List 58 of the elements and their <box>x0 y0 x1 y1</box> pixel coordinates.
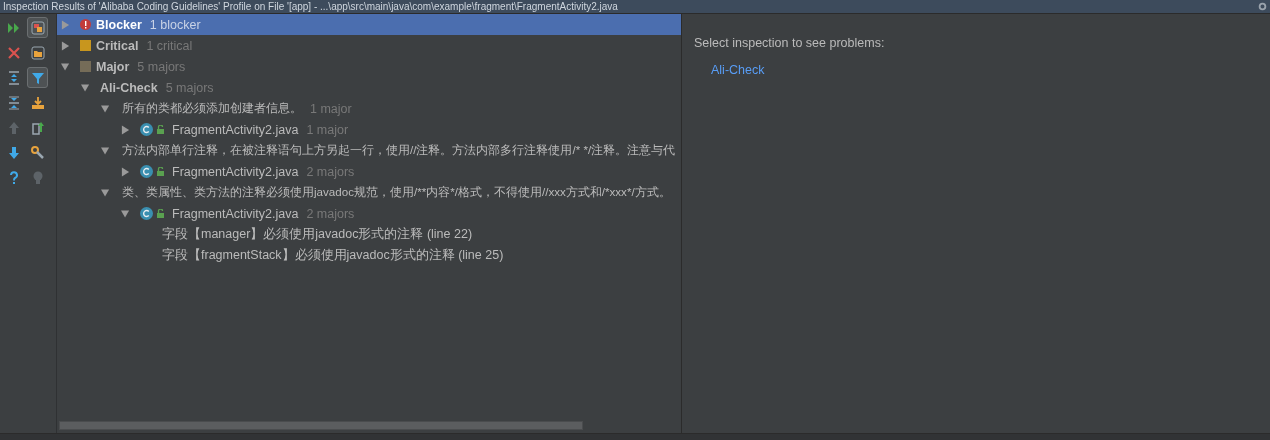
tree-row[interactable]: 字段【manager】必须使用javadoc形式的注释 (line 22) <box>57 224 681 245</box>
expand-arrow-icon[interactable] <box>121 166 130 177</box>
tree-label: FragmentActivity2.java <box>172 206 299 221</box>
hint-text: Select inspection to see problems: <box>694 36 886 50</box>
lock-icon <box>157 125 166 134</box>
tree-label: FragmentActivity2.java <box>172 122 299 137</box>
tree-row[interactable]: 类、类属性、类方法的注释必须使用javadoc规范，使用/**内容*/格式，不得使用//xxx方式和/*xxx*/方式。 <box>57 182 681 203</box>
class-icon <box>140 123 153 136</box>
close-icon <box>5 44 22 61</box>
export-icon <box>29 94 46 111</box>
lock-icon <box>157 209 166 218</box>
scrollbar-thumb[interactable] <box>59 421 583 430</box>
expand-arrow-icon[interactable] <box>121 124 130 135</box>
link[interactable]: Ali-Check <box>711 63 765 77</box>
tree-row[interactable]: Major 5 majors <box>57 56 681 77</box>
class-icon <box>140 165 153 178</box>
tree-label: Critical <box>96 38 139 53</box>
tree-row[interactable]: FragmentActivity2.java 1 major <box>57 119 681 140</box>
group-by-severity-button[interactable] <box>27 17 48 38</box>
class-icon <box>140 207 153 220</box>
expand-arrow-icon[interactable] <box>61 40 70 51</box>
group-by-severity-icon <box>29 19 46 36</box>
tree-label: 字段【fragmentStack】必须使用javadoc形式的注释 (line 25) <box>162 247 504 264</box>
tree-label: 字段【manager】必须使用javadoc形式的注释 (line 22) <box>162 226 473 243</box>
tree-row[interactable]: FragmentActivity2.java 2 majors <box>57 161 681 182</box>
tree-label: FragmentActivity2.java <box>172 164 299 179</box>
settings-icon[interactable] <box>1258 2 1267 11</box>
count-label: 1 critical <box>146 38 193 53</box>
tree-row[interactable]: Critical 1 critical <box>57 35 681 56</box>
tree-row[interactable]: 方法内部单行注释，在被注释语句上方另起一行，使用//注释。方法内部多行注释使用/* */注释。注意与代 <box>57 140 681 161</box>
count-label: 5 majors <box>165 80 214 95</box>
tree-row[interactable]: 字段【fragmentStack】必须使用javadoc形式的注释 (line 25) <box>57 245 681 266</box>
count-label: 1 blocker <box>149 17 201 32</box>
tree-label: Blocker <box>96 17 142 32</box>
tree-row[interactable]: FragmentActivity2.java 2 majors <box>57 203 681 224</box>
collapse-arrow-icon[interactable] <box>61 61 70 72</box>
count-label: 5 majors <box>137 59 186 74</box>
tree-row[interactable]: Blocker 1 blocker <box>57 14 681 35</box>
tree-row[interactable]: Ali-Check 5 majors <box>57 77 681 98</box>
tree-label: Ali-Check <box>100 80 158 95</box>
tree-label: 类、类属性、类方法的注释必须使用javadoc规范，使用/**内容*/格式，不得使用//xxx方式和/*xxx*/方式。 <box>122 185 671 200</box>
count-label: 2 majors <box>306 206 355 221</box>
tree-label: Major <box>96 59 130 74</box>
filter-button[interactable] <box>27 67 48 88</box>
collapse-arrow-icon[interactable] <box>121 208 130 219</box>
collapse-arrow-icon[interactable] <box>101 103 110 114</box>
window-title: Inspection Results of 'Alibaba Coding Guidelines' Profile on File '[app] - ...\app\src\main\java\com\example\fragment\FragmentActivity2.java <box>3 0 618 13</box>
collapse-arrow-icon[interactable] <box>101 145 110 156</box>
count-label: 1 major <box>306 122 349 137</box>
lock-icon <box>157 167 166 176</box>
count-label: 1 major <box>310 101 352 116</box>
collapse-arrow-icon[interactable] <box>81 82 90 93</box>
tree-label: 方法内部单行注释，在被注释语句上方另起一行，使用//注释。方法内部多行注释使用/* */注释。注意与代 <box>122 143 676 158</box>
folder-icon <box>29 44 46 61</box>
tree-row[interactable]: 所有的类都必须添加创建者信息。 1 major <box>57 98 681 119</box>
count-label: 2 majors <box>306 164 355 179</box>
collapse-arrow-icon[interactable] <box>101 187 110 198</box>
tree-label: 所有的类都必须添加创建者信息。 <box>122 101 302 116</box>
